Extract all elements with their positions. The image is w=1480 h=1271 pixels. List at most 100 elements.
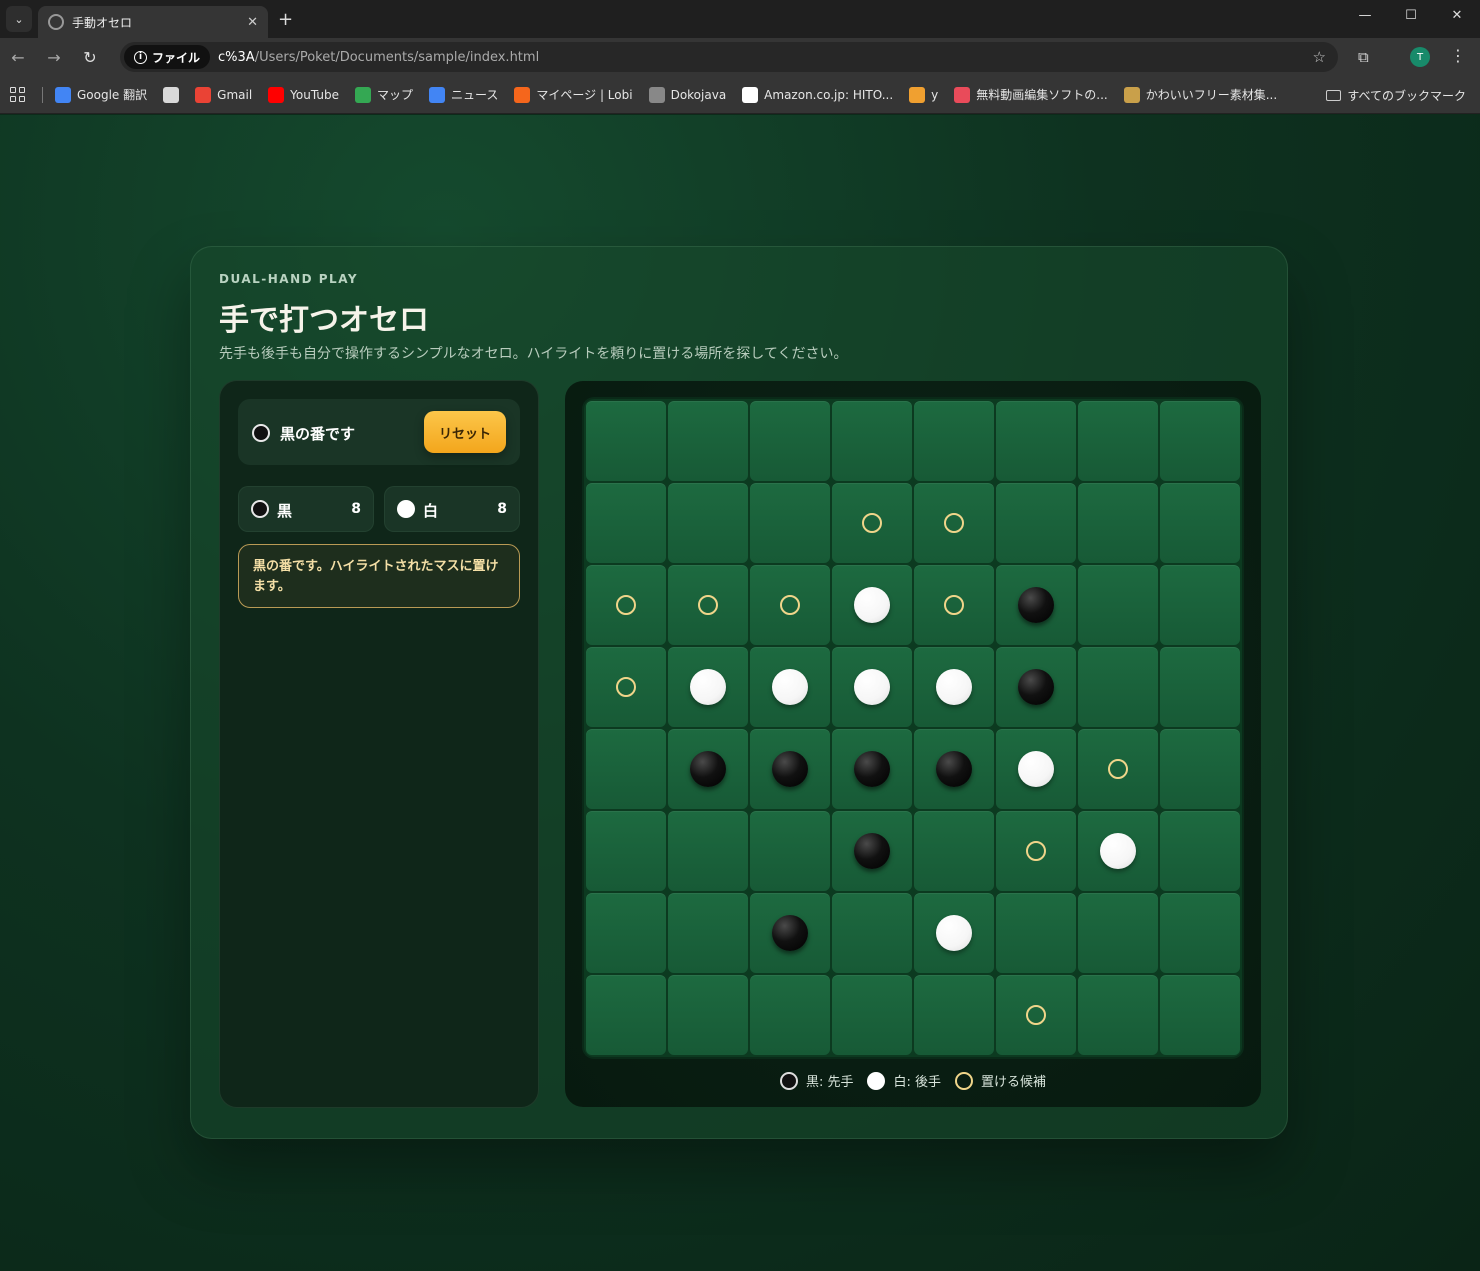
board-cell-r3c2[interactable] <box>668 565 748 645</box>
address-toolbar: ← → ↻ i ファイル c%3A/Users/Poket/Documents/… <box>0 38 1480 76</box>
board-cell-r5c5 <box>914 729 994 809</box>
black-disc <box>854 833 890 869</box>
youtube-icon <box>268 86 285 103</box>
white-disc <box>854 669 890 705</box>
all-bookmarks-label: すべてのブックマーク <box>1347 89 1466 103</box>
reset-button[interactable]: リセット <box>424 411 506 453</box>
bookmark-item[interactable]: 無料動画編集ソフトの... <box>954 86 1108 103</box>
page-title: 手で打つオセロ <box>219 303 429 338</box>
minimize-icon[interactable]: — <box>1342 0 1388 30</box>
score-black-count: 8 <box>351 501 361 517</box>
new-tab-button[interactable]: + <box>278 9 293 30</box>
bookmark-item[interactable]: かわいいフリー素材集... <box>1123 86 1277 103</box>
extensions-puzzle-icon[interactable]: ⧉ <box>1358 48 1369 66</box>
bookmark-item[interactable]: y <box>909 86 939 103</box>
board-cell-r2c4[interactable] <box>832 483 912 563</box>
board-cell-r3c3[interactable] <box>750 565 830 645</box>
dokojava-icon <box>648 86 665 103</box>
legend-hint: 置ける候補 <box>955 1071 1046 1090</box>
black-disc <box>1018 669 1054 705</box>
white-disc <box>936 915 972 951</box>
black-disc-icon <box>251 500 269 518</box>
bookmark-label: マップ <box>376 88 413 102</box>
board-cell-r5c7[interactable] <box>1078 729 1158 809</box>
board-cell-r1c2 <box>668 401 748 481</box>
maximize-icon[interactable]: ☐ <box>1388 0 1434 30</box>
board-cell-r2c2 <box>668 483 748 563</box>
board-cell-r6c6[interactable] <box>996 811 1076 891</box>
bookmark-item[interactable]: Gmail <box>195 86 252 103</box>
bookmark-label: 無料動画編集ソフトの... <box>976 88 1108 102</box>
white-disc <box>772 669 808 705</box>
board-cell-r3c7 <box>1078 565 1158 645</box>
browser-tab-strip: ⌄ 手動オセロ ✕ + — ☐ ✕ <box>0 0 1480 38</box>
move-hint-ring[interactable] <box>616 677 636 697</box>
board-cell-r5c1 <box>586 729 666 809</box>
board-panel: 黒: 先手 白: 後手 置ける候補 <box>565 381 1261 1107</box>
bookmark-label: Google 翻訳 <box>77 88 148 102</box>
move-hint-ring[interactable] <box>616 595 636 615</box>
board-cell-r3c8 <box>1160 565 1240 645</box>
profile-avatar[interactable]: T <box>1410 47 1430 67</box>
bookmark-item[interactable]: YouTube <box>268 86 339 103</box>
back-button[interactable]: ← <box>0 48 36 67</box>
board-cell-r5c6 <box>996 729 1076 809</box>
board-cell-r1c3 <box>750 401 830 481</box>
move-hint-ring[interactable] <box>780 595 800 615</box>
board-cell-r3c1[interactable] <box>586 565 666 645</box>
board-cell-r4c6 <box>996 647 1076 727</box>
bookmark-item[interactable]: Dokojava <box>648 86 727 103</box>
close-window-icon[interactable]: ✕ <box>1434 0 1480 30</box>
all-bookmarks-button[interactable]: すべてのブックマーク <box>1326 87 1466 104</box>
move-hint-ring[interactable] <box>698 595 718 615</box>
bookmark-label: Dokojava <box>670 87 727 102</box>
board-cell-r7c4 <box>832 893 912 973</box>
score-white-name: 白 <box>423 502 439 520</box>
url-host: c%3A <box>218 49 255 65</box>
board-cell-r5c3 <box>750 729 830 809</box>
turn-label: 黒の番です <box>280 425 356 443</box>
site-info-chip[interactable]: i ファイル <box>124 45 211 69</box>
bookmark-star-icon[interactable]: ☆ <box>1313 48 1326 66</box>
bookmark-item[interactable]: ニュース <box>428 86 498 103</box>
turn-status: 黒の番です リセット <box>238 399 520 465</box>
menu-kebab-icon[interactable]: ⋮ <box>1450 46 1466 65</box>
irasutoya-icon <box>1123 86 1140 103</box>
browser-tab[interactable]: 手動オセロ ✕ <box>38 6 268 38</box>
move-hint-ring[interactable] <box>944 513 964 533</box>
url-text[interactable]: c%3A/Users/Poket/Documents/sample/index.… <box>218 50 539 65</box>
omnibox[interactable]: i ファイル c%3A/Users/Poket/Documents/sample… <box>120 42 1338 72</box>
tab-search-button[interactable]: ⌄ <box>6 6 32 32</box>
apps-grid-icon[interactable] <box>10 86 26 103</box>
forward-button[interactable]: → <box>36 48 72 67</box>
bookmark-item[interactable] <box>163 86 180 103</box>
board-cell-r5c8 <box>1160 729 1240 809</box>
board-cell-r3c5[interactable] <box>914 565 994 645</box>
board-cell-r8c7 <box>1078 975 1158 1055</box>
bookmark-item[interactable]: マップ <box>354 86 413 103</box>
page-subtitle: 先手も後手も自分で操作するシンプルなオセロ。ハイライトを頼りに置ける場所を探して… <box>219 346 848 362</box>
white-disc <box>936 669 972 705</box>
bookmark-item[interactable]: Amazon.co.jp: HITO... <box>742 86 893 103</box>
bookmark-item[interactable]: マイページ | Lobi <box>514 86 633 103</box>
status-message: 黒の番です。ハイライトされたマスに置けます。 <box>238 544 520 608</box>
close-tab-icon[interactable]: ✕ <box>247 15 258 30</box>
black-disc-icon <box>779 1071 798 1090</box>
info-icon: i <box>134 50 147 64</box>
legend-black: 黒: 先手 <box>779 1071 853 1090</box>
move-hint-ring[interactable] <box>1108 759 1128 779</box>
bookmark-label: y <box>931 87 939 102</box>
board-cell-r2c5[interactable] <box>914 483 994 563</box>
board-cell-r7c2 <box>668 893 748 973</box>
move-hint-ring[interactable] <box>944 595 964 615</box>
folder-icon <box>1326 90 1342 101</box>
move-hint-ring[interactable] <box>1026 841 1046 861</box>
board-cell-r1c5 <box>914 401 994 481</box>
reload-button[interactable]: ↻ <box>72 48 108 67</box>
board-cell-r4c1[interactable] <box>586 647 666 727</box>
move-hint-ring[interactable] <box>862 513 882 533</box>
move-hint-ring[interactable] <box>1026 1005 1046 1025</box>
bookmark-item[interactable]: Google 翻訳 <box>55 86 147 103</box>
board-cell-r8c2 <box>668 975 748 1055</box>
board-cell-r8c6[interactable] <box>996 975 1076 1055</box>
